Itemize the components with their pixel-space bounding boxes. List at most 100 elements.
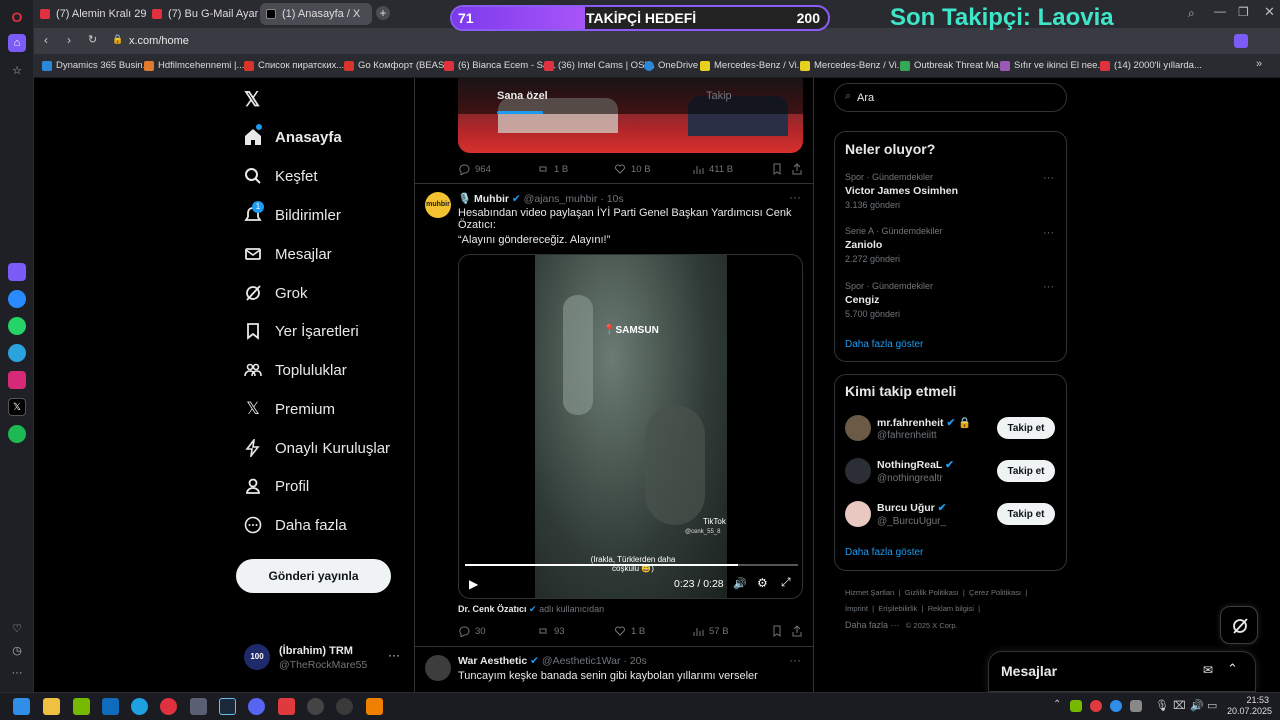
search-icon[interactable]: ⌕ (1188, 6, 1195, 21)
opera-logo-icon[interactable]: O (8, 8, 26, 26)
nav-premium[interactable]: 𝕏 Premium (244, 394, 335, 424)
follow-button[interactable]: Takip et (997, 460, 1055, 482)
chevron-up-icon[interactable]: ⌃ (1227, 661, 1238, 677)
aria-icon[interactable] (1234, 34, 1248, 48)
nvidia-icon[interactable] (73, 698, 90, 715)
bookmark-icon[interactable] (771, 163, 788, 175)
who-show-more[interactable]: Daha fazla göster (845, 547, 923, 558)
footer-link[interactable]: Gizlilik Politikası (905, 588, 959, 597)
tab-active[interactable]: (1) Anasayfa / X (260, 3, 372, 25)
bookmark-item[interactable]: (6) Bianca Ecem - Sa... (444, 58, 556, 74)
bookmark-item[interactable]: Dynamics 365 Busin... (42, 58, 151, 74)
steam-icon[interactable] (219, 698, 236, 715)
x-logo-icon[interactable]: 𝕏 (244, 87, 260, 112)
tweet-time[interactable]: 10s (607, 193, 624, 205)
tweet-handle[interactable]: @ajans_muhbir (524, 193, 598, 205)
more-icon[interactable]: ··· (1043, 281, 1054, 293)
avatar[interactable]: muhbir (425, 192, 451, 218)
file-explorer-icon[interactable] (43, 698, 60, 715)
like-button[interactable]: 10 B (614, 163, 651, 175)
avatar[interactable] (845, 501, 871, 527)
reply-button[interactable]: 964 (458, 163, 491, 175)
settings-icon[interactable]: ⚙ (757, 576, 768, 590)
home-icon[interactable]: ⌂ (8, 34, 26, 52)
volume-icon[interactable]: 🔊 (1190, 699, 1204, 712)
tweet-video[interactable]: 📍SAMSUN TikTok @cenk_55_8 (Irakla, Türkl… (458, 254, 803, 599)
search-box[interactable]: ⌕ Ara (834, 83, 1067, 112)
minimize-icon[interactable]: — (1214, 4, 1226, 18)
account-switcher[interactable]: 100 (İbrahim) TRM @TheRockMare55 ··· (244, 644, 412, 674)
footer-link[interactable]: Hizmet Şartları (845, 588, 895, 597)
heart-icon[interactable]: ♡ (8, 620, 26, 638)
suggestion-name[interactable]: mr.fahrenheit ✔ 🔒 (877, 416, 971, 429)
tweet-handle[interactable]: @Aesthetic1War (542, 655, 621, 667)
nav-notifications[interactable]: 1 Bildirimler (244, 200, 341, 230)
app-icon[interactable] (336, 698, 353, 715)
more-icon[interactable]: ··· (789, 190, 801, 204)
history-icon[interactable]: ◷ (8, 642, 26, 660)
retweet-button[interactable]: 1 B (537, 163, 568, 175)
back-icon[interactable]: ‹ (44, 33, 48, 47)
bookmark-item[interactable]: Список пиратских... (244, 58, 344, 74)
telegram-icon[interactable] (8, 344, 26, 362)
vlc-icon[interactable] (366, 698, 383, 715)
bookmark-icon[interactable] (771, 625, 788, 637)
x-icon[interactable]: 𝕏 (8, 398, 26, 416)
tab-for-you[interactable]: Sana özel (497, 90, 548, 102)
tweet-time[interactable]: 20s (630, 655, 647, 667)
messenger-icon[interactable] (8, 290, 26, 308)
share-icon[interactable] (791, 163, 808, 175)
tweet-author[interactable]: War Aesthetic (458, 655, 527, 667)
new-message-icon[interactable]: ✉ (1203, 663, 1213, 677)
follow-button[interactable]: Takip et (997, 417, 1055, 439)
chevron-right-icon[interactable]: » (1256, 58, 1262, 70)
more-icon[interactable]: ··· (1043, 172, 1054, 184)
reply-button[interactable]: 30 (458, 625, 486, 637)
battery-icon[interactable]: ▭ (1207, 699, 1217, 712)
close-icon[interactable]: ✕ (1264, 4, 1275, 20)
outlook-icon[interactable] (102, 698, 119, 715)
views-button[interactable]: 411 B (692, 163, 733, 175)
edge-icon[interactable] (131, 698, 148, 715)
tray-icon[interactable] (1110, 700, 1122, 712)
like-button[interactable]: 1 B (614, 625, 645, 637)
bookmark-item[interactable]: Mercedes-Benz / Vi... (800, 58, 905, 74)
nav-grok[interactable]: Grok (244, 278, 308, 308)
follow-button[interactable]: Takip et (997, 503, 1055, 525)
footer-link[interactable]: Çerez Politikası (969, 588, 1021, 597)
avatar[interactable] (425, 655, 451, 681)
tweet-author[interactable]: Muhbir (474, 193, 509, 205)
trend-item[interactable]: Spor · Gündemdekiler Cengiz 5.700 gönder… (845, 281, 933, 319)
footer-link[interactable]: Reklam bilgisi (928, 604, 974, 613)
whatsapp-icon[interactable] (8, 317, 26, 335)
new-tab-button[interactable]: + (376, 6, 390, 20)
clock[interactable]: 21:53 20.07.2025 (1227, 695, 1272, 717)
bookmark-item[interactable]: Outbreak Threat Ma... (900, 58, 1007, 74)
reload-icon[interactable]: ↻ (88, 33, 97, 46)
bookmark-item[interactable]: Mercedes-Benz / Vi... (700, 58, 805, 74)
nav-more[interactable]: Daha fazla (244, 510, 347, 540)
avatar[interactable] (845, 458, 871, 484)
bookmark-item[interactable]: Hdfilmcehennemi |... (144, 58, 244, 74)
bookmark-item[interactable]: Sıfır ve ikinci El nee... (1000, 58, 1105, 74)
avatar[interactable] (845, 415, 871, 441)
trend-item[interactable]: Spor · Gündemdekiler Victor James Osimhe… (845, 172, 958, 210)
more-icon[interactable]: ··· (1043, 227, 1054, 239)
network-icon[interactable]: ⌧ (1173, 699, 1186, 712)
star-icon[interactable]: ☆ (8, 62, 26, 80)
tab[interactable]: (7) Alemin Kralı 29. Bölüm (34, 3, 146, 25)
nav-bookmarks[interactable]: Yer İşaretleri (244, 316, 359, 346)
share-icon[interactable] (791, 625, 808, 637)
retweet-button[interactable]: 93 (537, 625, 565, 637)
fullscreen-icon[interactable]: ⤢ (781, 575, 791, 590)
bookmark-item[interactable]: (14) 2000'li yıllarda... (1100, 58, 1202, 74)
microphone-icon[interactable]: 🎙 (1155, 699, 1169, 712)
volume-icon[interactable]: 🔊 (733, 577, 747, 590)
tray-icon[interactable] (1130, 700, 1142, 712)
messages-drawer[interactable]: Mesajlar ✉ ⌃ (988, 651, 1256, 692)
more-icon[interactable]: ··· (388, 648, 400, 662)
tray-icon[interactable] (1070, 700, 1082, 712)
app-icon[interactable] (278, 698, 295, 715)
opera-icon[interactable] (160, 698, 177, 715)
tab[interactable]: (7) Bu G-Mail Ayarını HEMEN (146, 3, 258, 25)
